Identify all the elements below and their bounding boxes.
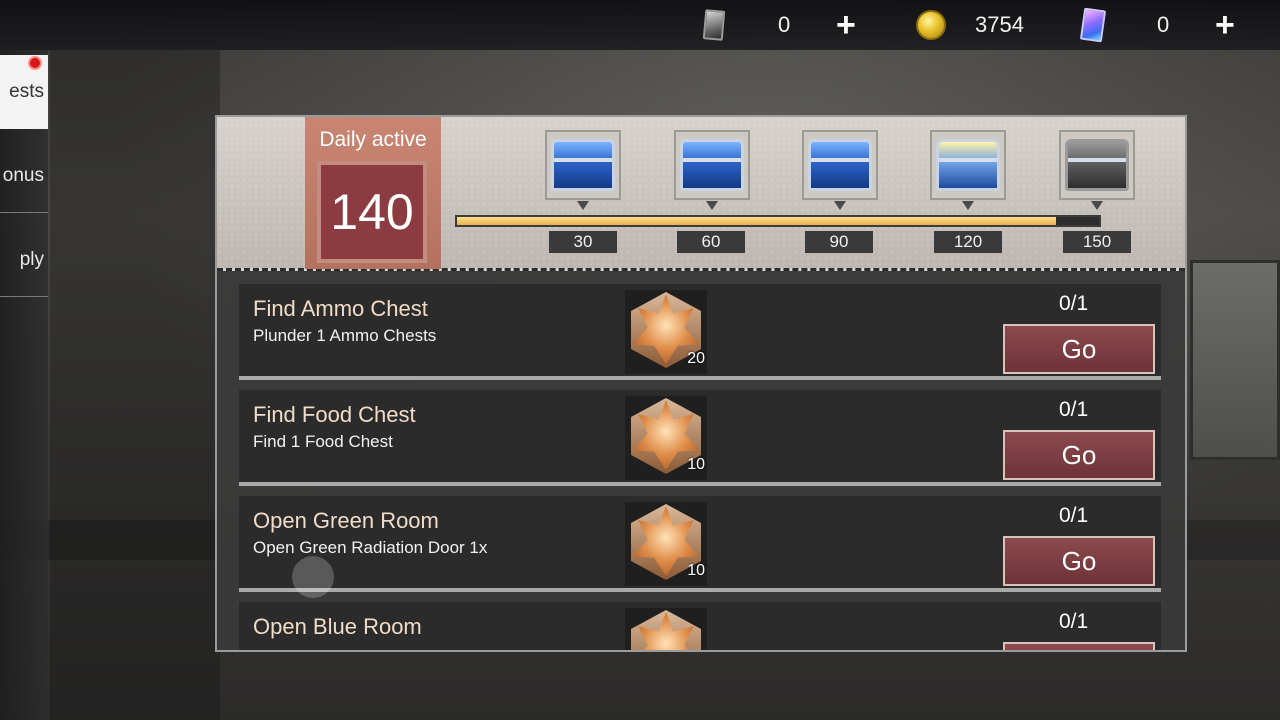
- plus-icon: +: [836, 6, 856, 44]
- task-progress: 0/1: [1059, 398, 1089, 421]
- gem-card-icon: [1079, 7, 1107, 43]
- grey-chest-icon: [1065, 139, 1129, 191]
- milestone-label: 30: [549, 231, 617, 253]
- daily-active-badge: Daily active 140: [305, 117, 441, 269]
- notification-dot: [28, 56, 42, 70]
- task-row: Find Ammo Chest Plunder 1 Ammo Chests 20…: [239, 284, 1161, 380]
- card-count: 0: [778, 12, 791, 37]
- go-button[interactable]: Go: [1003, 430, 1155, 480]
- daily-tasks-panel: Daily active 140 30 60 90 120 150 Find A…: [215, 115, 1187, 652]
- task-title: Open Green Room: [253, 508, 439, 533]
- daily-active-label: Daily active: [319, 128, 427, 151]
- task-reward: [625, 608, 707, 650]
- side-tabs: ests onus ply: [0, 50, 48, 720]
- go-button[interactable]: Go: [1003, 642, 1155, 650]
- milestone-chest-60[interactable]: [674, 130, 750, 200]
- tab-label: onus: [2, 164, 44, 186]
- gem-count: 0: [1157, 12, 1170, 37]
- tab-bonus[interactable]: onus: [0, 139, 48, 213]
- milestone-chest-90[interactable]: [802, 130, 878, 200]
- task-description: Open Green Radiation Door 1x: [253, 538, 488, 557]
- marker-arrow-icon: [577, 201, 589, 210]
- go-button[interactable]: Go: [1003, 324, 1155, 374]
- task-row: Open Blue Room 0/1 Go: [239, 602, 1161, 650]
- gold-chest-icon: [936, 139, 1000, 191]
- task-reward: 10: [625, 502, 707, 586]
- gem-currency: [1079, 0, 1107, 50]
- milestone-chest-120[interactable]: [930, 130, 1006, 200]
- daily-active-header: Daily active 140 30 60 90 120 150: [217, 117, 1185, 271]
- task-progress: 0/1: [1059, 292, 1089, 315]
- tab-supply[interactable]: ply: [0, 223, 48, 297]
- add-cards-button[interactable]: +: [836, 0, 856, 50]
- task-progress: 0/1: [1059, 610, 1089, 633]
- task-description: Plunder 1 Ammo Chests: [253, 326, 437, 345]
- milestone-label: 60: [677, 231, 745, 253]
- coin-count-wrap: 3754: [975, 0, 1024, 50]
- background-wall: [50, 50, 220, 720]
- add-gems-button[interactable]: +: [1215, 0, 1235, 50]
- currency-bar: 0 + 3754 0 +: [0, 0, 1280, 50]
- task-reward: 20: [625, 290, 707, 374]
- milestone-chest-150[interactable]: [1059, 130, 1135, 200]
- coin-currency: [916, 0, 946, 50]
- card-count-wrap: 0: [778, 0, 790, 50]
- gem-count-wrap: 0: [1157, 0, 1169, 50]
- milestone-chest-30[interactable]: [545, 130, 621, 200]
- task-progress: 0/1: [1059, 504, 1089, 527]
- tab-label: ests: [9, 81, 44, 102]
- daily-progress-bar: [455, 215, 1101, 227]
- task-description: Find 1 Food Chest: [253, 432, 393, 451]
- touch-indicator: [292, 556, 334, 598]
- reward-amount: 20: [687, 350, 705, 367]
- task-title: Find Ammo Chest: [253, 296, 428, 321]
- blue-chest-icon: [808, 139, 872, 191]
- task-title: Find Food Chest: [253, 402, 416, 427]
- marker-arrow-icon: [1091, 201, 1103, 210]
- blue-chest-icon: [680, 139, 744, 191]
- tab-label: ply: [19, 248, 44, 270]
- plus-icon: +: [1215, 6, 1235, 44]
- task-reward: 10: [625, 396, 707, 480]
- task-row: Find Food Chest Find 1 Food Chest 10 0/1…: [239, 390, 1161, 486]
- marker-arrow-icon: [834, 201, 846, 210]
- task-row: Open Green Room Open Green Radiation Doo…: [239, 496, 1161, 592]
- go-button[interactable]: Go: [1003, 536, 1155, 586]
- marker-arrow-icon: [706, 201, 718, 210]
- background-terminal: [1190, 260, 1280, 460]
- milestone-label: 150: [1063, 231, 1131, 253]
- blue-chest-icon: [551, 139, 615, 191]
- task-title: Open Blue Room: [253, 614, 422, 639]
- milestone-label: 120: [934, 231, 1002, 253]
- milestone-label: 90: [805, 231, 873, 253]
- daily-progress-fill: [457, 217, 1057, 225]
- coin-icon: [916, 10, 946, 40]
- daily-active-value: 140: [317, 161, 427, 263]
- coin-count: 3754: [975, 12, 1024, 37]
- card-currency: [702, 0, 726, 50]
- reward-amount: 10: [687, 562, 705, 579]
- task-list[interactable]: Find Ammo Chest Plunder 1 Ammo Chests 20…: [239, 284, 1161, 650]
- marker-arrow-icon: [962, 201, 974, 210]
- card-icon: [702, 9, 726, 41]
- reward-amount: 10: [687, 456, 705, 473]
